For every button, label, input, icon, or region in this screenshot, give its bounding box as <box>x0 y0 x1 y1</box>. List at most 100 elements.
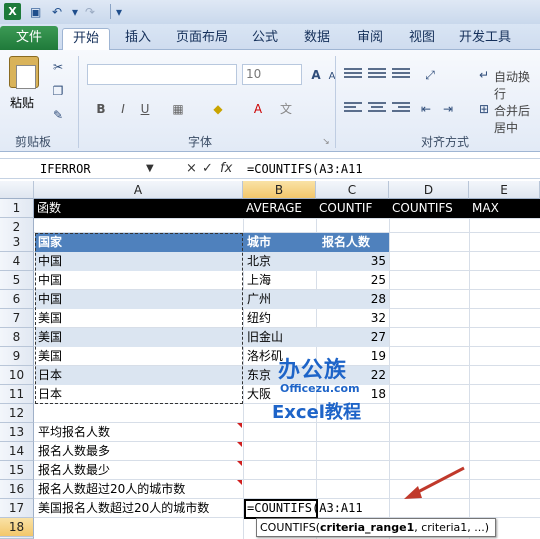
table-cell-city[interactable]: 上海 <box>245 271 271 290</box>
cell-b3[interactable]: 城市 <box>245 233 271 252</box>
copy-icon[interactable]: ❐ <box>50 84 66 98</box>
increase-indent-icon[interactable]: ⇥ <box>440 102 456 116</box>
underline-icon[interactable]: U <box>137 102 153 116</box>
bold-icon[interactable]: B <box>93 102 109 116</box>
align-right-icon[interactable] <box>392 102 410 114</box>
cell-e1[interactable]: MAX <box>470 199 499 218</box>
table-cell-city[interactable]: 纽约 <box>245 309 271 328</box>
table-cell-city[interactable]: 北京 <box>245 252 271 271</box>
cell-c1[interactable]: COUNTIF <box>317 199 372 218</box>
cell-a16[interactable]: 报名人数最少 <box>36 461 110 480</box>
name-box[interactable]: IFERROR <box>2 161 157 177</box>
column-header-e[interactable]: E <box>469 181 540 199</box>
table-cell-city[interactable]: 广州 <box>245 290 271 309</box>
cancel-icon[interactable]: × <box>186 161 197 177</box>
row-header[interactable]: 10 <box>0 366 34 385</box>
table-cell-city[interactable]: 大阪 <box>245 385 271 404</box>
cell-a1[interactable]: 函数 <box>35 199 61 218</box>
row-header[interactable]: 4 <box>0 252 34 271</box>
column-header-a[interactable]: A <box>34 181 243 199</box>
align-left-icon[interactable] <box>344 102 362 114</box>
font-name-box[interactable] <box>87 64 237 85</box>
shrink-font-icon[interactable]: A <box>324 70 340 84</box>
table-cell-count[interactable]: 28 <box>316 290 389 309</box>
undo-icon[interactable]: ↶ <box>52 4 62 20</box>
undo-dropdown-icon[interactable]: ▾ <box>72 4 78 20</box>
decrease-indent-icon[interactable]: ⇤ <box>418 102 434 116</box>
cell-a17[interactable]: 报名人数超过20人的城市数 <box>36 480 185 499</box>
comment-indicator-icon <box>237 480 242 485</box>
redo-icon[interactable]: ↷ <box>85 4 95 20</box>
confirm-icon[interactable]: ✓ <box>202 161 213 177</box>
cell-b1[interactable]: AVERAGE <box>244 199 302 218</box>
tab-view[interactable]: 视图 <box>405 28 439 50</box>
column-header-d[interactable]: D <box>389 181 469 199</box>
row-header[interactable]: 14 <box>0 442 34 461</box>
customize-toolbar-icon[interactable]: ▾ <box>116 4 122 20</box>
cell-a15[interactable]: 报名人数最多 <box>36 442 110 461</box>
row-header[interactable]: 7 <box>0 309 34 328</box>
border-icon[interactable]: ▦ <box>170 102 186 116</box>
font-color-icon[interactable]: A <box>250 102 266 116</box>
grow-font-icon[interactable]: A <box>308 68 324 82</box>
table-cell-count[interactable]: 27 <box>316 328 389 347</box>
tab-file[interactable]: 文件 <box>0 26 58 50</box>
format-painter-icon[interactable]: ✎ <box>50 108 66 122</box>
align-bottom-icon[interactable] <box>392 68 410 80</box>
merge-center-button[interactable]: 合并后居中 <box>494 102 540 136</box>
row-header[interactable]: 3 <box>0 233 34 252</box>
tab-home[interactable]: 开始 <box>62 28 110 51</box>
cell-c3[interactable]: 报名人数 <box>320 233 370 252</box>
toolbar-separator <box>110 4 111 19</box>
save-icon[interactable]: ▣ <box>30 4 41 20</box>
row-header[interactable]: 18 <box>0 518 34 537</box>
row-header[interactable]: 11 <box>0 385 34 404</box>
font-dialog-launcher-icon[interactable]: ↘ <box>318 135 334 149</box>
row-header[interactable]: 16 <box>0 480 34 499</box>
tab-data[interactable]: 数据 <box>300 28 334 50</box>
wrap-text-icon[interactable]: ↵ <box>476 68 492 82</box>
align-top-icon[interactable] <box>344 68 362 80</box>
orientation-icon[interactable]: ⤢ <box>422 68 438 82</box>
wrap-text-button[interactable]: 自动换行 <box>494 68 540 102</box>
cell-d1[interactable]: COUNTIFS <box>390 199 453 218</box>
row-header[interactable]: 9 <box>0 347 34 366</box>
italic-icon[interactable]: I <box>115 102 131 116</box>
select-all-corner[interactable] <box>0 181 34 199</box>
merge-center-icon[interactable]: ⊞ <box>476 102 492 116</box>
insert-function-icon[interactable]: fx <box>220 161 232 177</box>
name-box-dropdown-icon[interactable]: ▼ <box>146 161 154 177</box>
align-center-icon[interactable] <box>368 102 386 114</box>
table-cell-count[interactable]: 35 <box>316 252 389 271</box>
table-cell-city[interactable]: 旧金山 <box>245 328 283 347</box>
paste-icon[interactable] <box>9 56 39 89</box>
tab-developer[interactable]: 开发工具 <box>455 28 515 50</box>
formula-input[interactable]: =COUNTIFS(A3:A11 <box>247 161 363 177</box>
paste-button-label[interactable]: 粘贴 <box>10 94 34 111</box>
row-header[interactable]: 12 <box>0 404 34 423</box>
row-header[interactable]: 13 <box>0 423 34 442</box>
row-header[interactable]: 1 <box>0 199 34 218</box>
fill-color-icon[interactable]: ◆ <box>210 102 226 116</box>
tab-formulas[interactable]: 公式 <box>248 28 282 50</box>
font-size-box[interactable]: 10 <box>242 64 302 85</box>
row-header[interactable]: 6 <box>0 290 34 309</box>
row-header[interactable]: 5 <box>0 271 34 290</box>
cell-a18[interactable]: 美国报名人数超过20人的城市数 <box>36 499 209 518</box>
cell-a14[interactable]: 平均报名人数 <box>36 423 110 442</box>
column-header-b[interactable]: B <box>243 181 316 199</box>
cell-b18-formula[interactable]: =COUNTIFS(A3:A11 <box>245 499 363 518</box>
table-cell-count[interactable]: 32 <box>316 309 389 328</box>
tab-page-layout[interactable]: 页面布局 <box>172 28 232 50</box>
column-header-c[interactable]: C <box>316 181 389 199</box>
row-header[interactable]: 15 <box>0 461 34 480</box>
row-header[interactable]: 8 <box>0 328 34 347</box>
tab-insert[interactable]: 插入 <box>118 28 158 50</box>
cut-icon[interactable]: ✂ <box>50 60 66 74</box>
row-header[interactable]: 17 <box>0 499 34 518</box>
table-cell-city[interactable]: 东京 <box>245 366 271 385</box>
align-middle-icon[interactable] <box>368 68 386 80</box>
phonetic-icon[interactable]: 文 <box>278 102 294 116</box>
table-cell-count[interactable]: 25 <box>316 271 389 290</box>
tab-review[interactable]: 审阅 <box>353 28 387 50</box>
